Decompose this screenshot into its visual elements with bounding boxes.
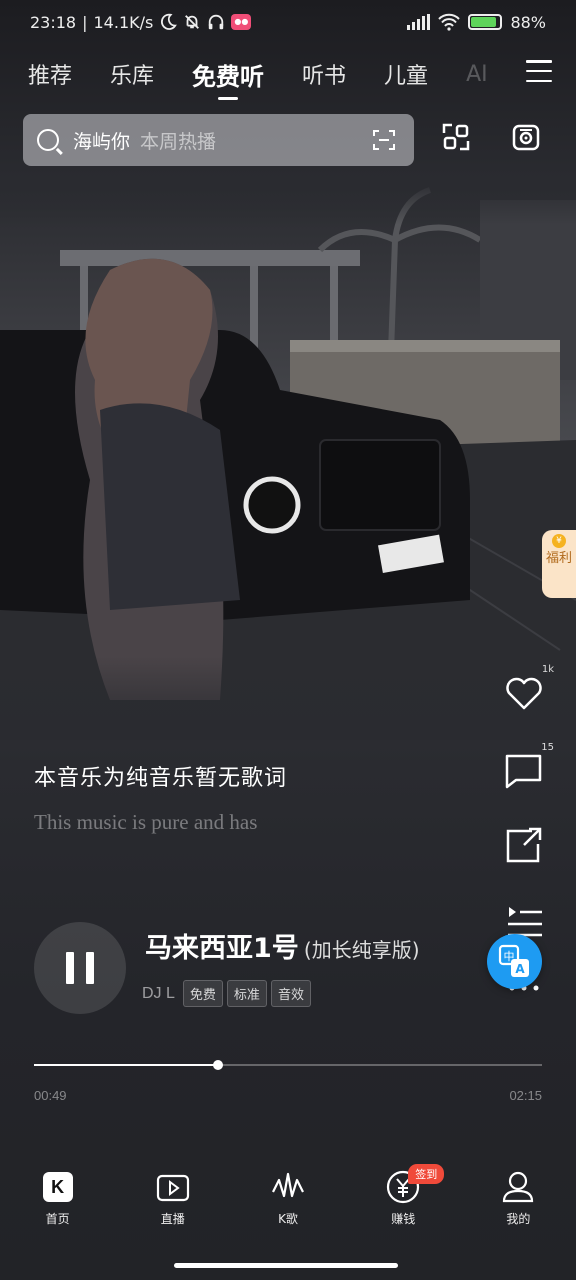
tab-recommend[interactable]: 推荐 [28, 58, 72, 90]
song-title-row: 马来西亚1号 (加长纯享版) [145, 926, 420, 965]
moon-icon [161, 13, 178, 30]
nav-home-label: 首页 [45, 1212, 70, 1226]
tab-music-library[interactable]: 乐库 [110, 58, 154, 90]
comment-count: 15 [541, 742, 554, 753]
bottom-nav: K 首页 直播 K歌 签到 赚钱 我的 [0, 1164, 576, 1240]
like-count: 1k [541, 664, 554, 675]
tab-free-listen[interactable]: 免费听 [192, 57, 264, 100]
progress-knob[interactable] [213, 1060, 224, 1070]
welfare-tab[interactable]: ¥ 福利 [542, 530, 576, 598]
progress-played [34, 1064, 219, 1066]
album-artwork [0, 180, 576, 740]
comment-icon [505, 754, 542, 789]
scan-icon[interactable] [372, 128, 396, 152]
headphones-icon [209, 14, 224, 30]
nav-sing-label: K歌 [278, 1212, 298, 1226]
pause-icon [66, 952, 74, 984]
wifi-icon [438, 13, 461, 31]
tab-audiobooks[interactable]: 听书 [302, 58, 346, 90]
tab-kids[interactable]: 儿童 [384, 58, 428, 90]
elapsed-time: 00:49 [34, 1088, 67, 1103]
category-tabs: 推荐 乐库 免费听 听书 儿童 AI [0, 52, 576, 100]
nav-earn[interactable]: 签到 赚钱 [346, 1164, 461, 1240]
search-icon [37, 129, 59, 151]
search-bar[interactable]: 海屿你 本周热播 [23, 114, 414, 166]
nav-profile-label: 我的 [506, 1212, 531, 1226]
translate-button[interactable]: 中 A [487, 934, 542, 989]
like-button[interactable]: 1k [502, 664, 554, 714]
live-icon [156, 1174, 189, 1202]
battery-icon [468, 14, 503, 30]
progress-bar[interactable] [34, 1060, 542, 1070]
nav-sing[interactable]: K歌 [230, 1170, 345, 1240]
app-notification-icon: ●● [231, 14, 252, 30]
sign-in-badge: 签到 [408, 1164, 445, 1184]
total-time: 02:15 [509, 1088, 542, 1103]
recognize-icon[interactable] [441, 122, 471, 152]
nav-live[interactable]: 直播 [115, 1170, 230, 1240]
tag-free: 免费 [182, 980, 223, 1007]
tag-sound-effect[interactable]: 音效 [270, 980, 311, 1007]
tag-quality[interactable]: 标准 [226, 980, 267, 1007]
radio-icon[interactable] [511, 122, 541, 152]
svg-text:A: A [515, 962, 525, 976]
artist-name[interactable]: DJ L [142, 985, 175, 1003]
nav-home[interactable]: K 首页 [0, 1170, 115, 1240]
song-version: (加长纯享版) [303, 938, 420, 962]
status-divider: | [82, 12, 88, 32]
tab-ai[interactable]: AI [466, 62, 488, 87]
signal-icon [407, 14, 431, 30]
heart-icon [506, 677, 542, 710]
pause-button[interactable] [34, 922, 126, 1014]
nav-profile[interactable]: 我的 [461, 1170, 576, 1240]
battery-percent: 88% [510, 12, 546, 32]
sing-icon [272, 1172, 304, 1198]
welfare-label: 福利 [545, 551, 572, 566]
home-indicator[interactable] [174, 1263, 398, 1268]
k-logo-icon: K [42, 1172, 73, 1202]
status-time: 23:18 [30, 12, 77, 32]
lyric-line-primary: 本音乐为纯音乐暂无歌词 [34, 766, 288, 791]
nav-live-label: 直播 [160, 1212, 185, 1226]
song-meta: DJ L 免费 标准 音效 [142, 980, 311, 1007]
bell-off-icon [185, 15, 200, 29]
status-net-speed: 14.1K/s [93, 12, 154, 32]
pause-icon-bar [86, 952, 94, 984]
nav-earn-label: 赚钱 [391, 1212, 416, 1226]
comment-button[interactable]: 15 [502, 742, 554, 792]
share-icon [506, 827, 542, 863]
song-title: 马来西亚1号 [145, 933, 299, 964]
profile-icon [503, 1171, 534, 1203]
lyric-line-secondary: This music is pure and has [34, 810, 258, 834]
search-hint: 本周热播 [140, 130, 217, 153]
menu-icon[interactable] [526, 60, 552, 82]
share-button[interactable] [502, 824, 546, 868]
status-bar: 23:18 | 14.1K/s ●● 88% [0, 0, 576, 44]
coin-icon: ¥ [552, 534, 566, 548]
translate-icon: 中 A [498, 944, 529, 977]
search-query: 海屿你 [73, 130, 131, 153]
